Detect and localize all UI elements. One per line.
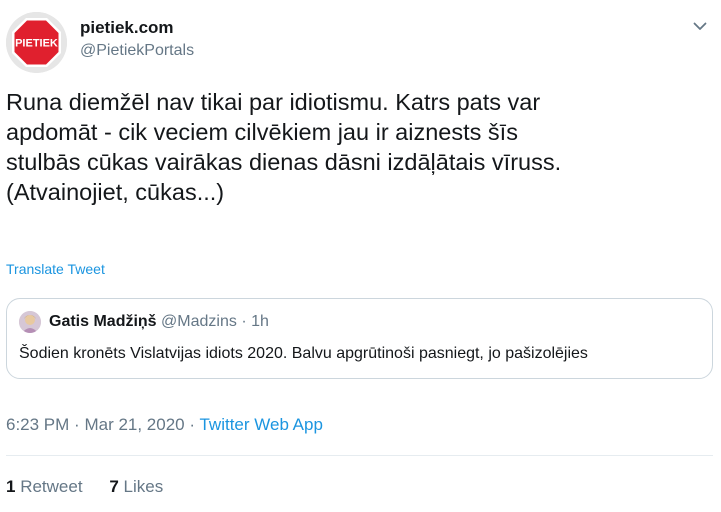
avatar-logo-text: PIETIEK <box>15 38 58 50</box>
quoted-tweet-text: Šodien kronēts Vislatvijas idiots 2020. … <box>19 345 588 362</box>
author-avatar[interactable]: PIETIEK <box>6 12 67 73</box>
person-avatar-icon <box>19 311 41 333</box>
stats-divider <box>6 455 713 456</box>
stop-sign-logo-icon: PIETIEK <box>6 12 67 73</box>
likes-label: Likes <box>123 477 164 496</box>
quoted-timestamp: 1h <box>251 313 269 330</box>
meta-separator: · <box>189 415 196 434</box>
likes-count: 7 <box>109 477 119 496</box>
tweet-time[interactable]: 6:23 PM <box>6 415 69 434</box>
quoted-author-handle: @Madzins <box>161 313 237 330</box>
retweets-label: Retweet <box>20 477 83 496</box>
quoted-author-avatar <box>19 311 41 333</box>
meta-separator: · <box>74 415 80 434</box>
author-info[interactable]: pietiek.com @PietiekPortals <box>80 17 194 62</box>
quoted-author-name: Gatis Madžiņš <box>49 313 157 330</box>
translate-tweet-link[interactable]: Translate Tweet <box>6 260 105 278</box>
author-display-name[interactable]: pietiek.com <box>80 17 194 39</box>
retweets-count: 1 <box>6 477 16 496</box>
quoted-tweet[interactable]: Gatis Madžiņš @Madzins · 1h Šodien kronē… <box>6 298 713 379</box>
tweet-stats: 1 Retweet 7 Likes <box>6 476 185 498</box>
tweet-text: Runa diemžēl nav tikai par idiotismu. Ka… <box>6 89 562 205</box>
tweet-metadata: 6:23 PM · Mar 21, 2020 · Twitter Web App <box>6 414 323 436</box>
quoted-tweet-header: Gatis Madžiņš @Madzins · 1h <box>49 312 269 332</box>
tweet-menu-button[interactable] <box>688 16 712 36</box>
quoted-separator: · <box>241 313 247 330</box>
tweet-date[interactable]: Mar 21, 2020 <box>84 415 184 434</box>
tweet-card: PIETIEK pietiek.com @PietiekPortals Runa… <box>0 0 721 512</box>
author-handle[interactable]: @PietiekPortals <box>80 40 194 62</box>
retweets-stat[interactable]: 1 Retweet <box>6 476 83 498</box>
tweet-source-link[interactable]: Twitter Web App <box>199 415 322 434</box>
likes-stat[interactable]: 7 Likes <box>109 476 163 498</box>
chevron-down-icon <box>693 22 707 30</box>
